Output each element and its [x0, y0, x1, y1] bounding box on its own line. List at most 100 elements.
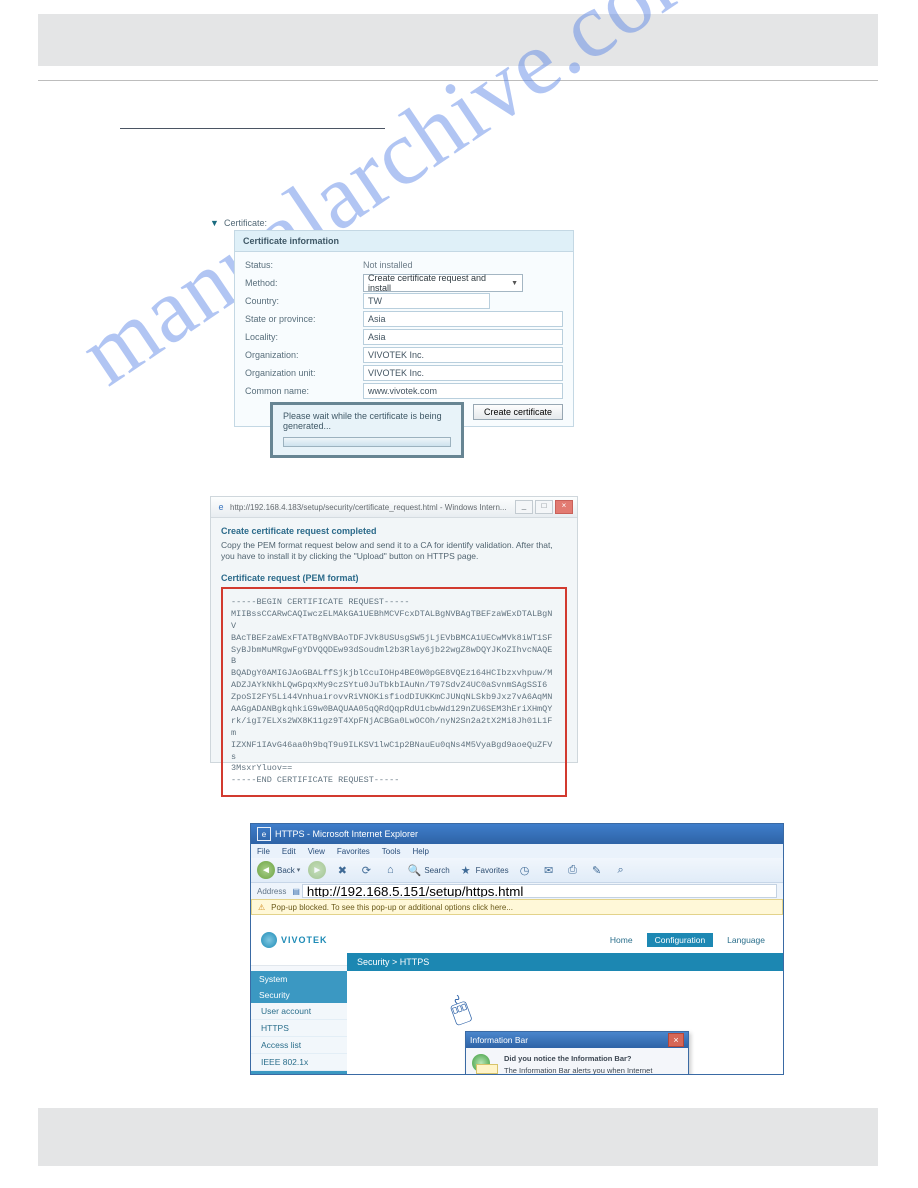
- breadcrumb: Security > HTTPS: [357, 957, 429, 967]
- generating-certificate-dialog: Please wait while the certificate is bei…: [270, 402, 464, 458]
- home-icon[interactable]: ⌂: [382, 862, 398, 878]
- menu-favorites[interactable]: Favorites: [337, 847, 370, 856]
- chevron-down-icon: ▼: [511, 280, 518, 287]
- search-label: Search: [424, 866, 449, 875]
- method-selected-text: Create certificate request and install: [368, 273, 511, 293]
- pem-line: AAGgADANBgkqhkiG9w0BAQUAA05qQRdQqpRdU1cb…: [231, 704, 557, 716]
- back-icon[interactable]: ◄: [257, 861, 275, 879]
- org-field[interactable]: [363, 347, 563, 363]
- state-field[interactable]: [363, 311, 563, 327]
- address-input[interactable]: [302, 884, 777, 898]
- country-field[interactable]: [363, 293, 490, 309]
- nav-home[interactable]: Home: [602, 933, 641, 947]
- certificate-info-panel: Certificate information Status: Not inst…: [234, 230, 574, 427]
- browser-title: HTTPS - Microsoft Internet Explorer: [275, 829, 418, 839]
- brand-text: VIVOTEK: [281, 935, 328, 945]
- pem-line: rk/igI7ELXs2WX8K11gz9T4XpFNjACBGa0LwOCOh…: [231, 716, 557, 740]
- status-label: Status:: [245, 260, 363, 270]
- pem-line: -----BEGIN CERTIFICATE REQUEST-----: [231, 597, 557, 609]
- ie-window-icon: e: [257, 827, 271, 841]
- request-instructions: Copy the PEM format request below and se…: [221, 540, 567, 563]
- sidebar-group-network[interactable]: Network: [251, 1071, 347, 1075]
- page-content: VIVOTEK Home Configuration Language Secu…: [251, 915, 783, 1075]
- pem-text-block[interactable]: -----BEGIN CERTIFICATE REQUEST----- MIIB…: [221, 587, 567, 797]
- panel-title: Certificate information: [235, 231, 573, 252]
- browser-menubar: File Edit View Favorites Tools Help: [251, 844, 783, 858]
- stop-icon[interactable]: ✖: [334, 862, 350, 878]
- sidebar-item-https[interactable]: HTTPS: [251, 1020, 347, 1037]
- menu-edit[interactable]: Edit: [282, 847, 296, 856]
- nav-configuration[interactable]: Configuration: [647, 933, 714, 947]
- menu-tools[interactable]: Tools: [382, 847, 401, 856]
- history-icon[interactable]: ◷: [517, 862, 533, 878]
- popup-blocked-text: Pop-up blocked. To see this pop-up or ad…: [271, 903, 513, 912]
- menu-help[interactable]: Help: [412, 847, 428, 856]
- minimize-button[interactable]: _: [515, 500, 533, 514]
- sidebar-item-ieee8021x[interactable]: IEEE 802.1x: [251, 1054, 347, 1071]
- dialog-close-button[interactable]: ×: [668, 1033, 684, 1047]
- information-bar-dialog: Information Bar × Did you notice the Inf…: [465, 1031, 689, 1075]
- dialog-title: Information Bar: [470, 1035, 528, 1045]
- window-address-text: http://192.168.4.183/setup/security/cert…: [230, 503, 515, 512]
- country-label: Country:: [245, 296, 363, 306]
- browser-toolbar: ◄Back▾ ► ✖ ⟳ ⌂ 🔍Search ★Favorites ◷ ✉ ⎙ …: [251, 858, 783, 883]
- maximize-button[interactable]: □: [535, 500, 553, 514]
- sidebar-item-access-list[interactable]: Access list: [251, 1037, 347, 1054]
- locality-label: Locality:: [245, 332, 363, 342]
- forward-icon[interactable]: ►: [308, 861, 326, 879]
- research-icon[interactable]: ⌕: [613, 862, 629, 878]
- ie-icon: e: [215, 501, 227, 513]
- org-unit-label: Organization unit:: [245, 368, 363, 378]
- popup-blocked-bar[interactable]: ⚠ Pop-up blocked. To see this pop-up or …: [251, 899, 783, 915]
- certificate-form-figure: ▼ Certificate: Certificate information S…: [210, 214, 575, 458]
- section-underline: [120, 118, 385, 129]
- org-unit-field[interactable]: [363, 365, 563, 381]
- pem-line: BAcTBEFzaWExFTATBgNVBAoTDFJVk8USUsgSW5jL…: [231, 633, 557, 645]
- browser-titlebar: e HTTPS - Microsoft Internet Explorer: [251, 824, 783, 844]
- common-name-label: Common name:: [245, 386, 363, 396]
- sidebar-group-security[interactable]: Security: [251, 987, 347, 1003]
- nav-language[interactable]: Language: [719, 933, 773, 947]
- favorites-icon[interactable]: ★: [458, 862, 474, 878]
- org-label: Organization:: [245, 350, 363, 360]
- brand: VIVOTEK: [261, 932, 328, 948]
- progress-bar: [283, 437, 451, 447]
- edit-icon[interactable]: ✎: [589, 862, 605, 878]
- dialog-heading: Did you notice the Information Bar?: [504, 1054, 682, 1063]
- refresh-icon[interactable]: ⟳: [358, 862, 374, 878]
- sidebar: System Security User account HTTPS Acces…: [251, 971, 347, 1075]
- warning-icon: ⚠: [258, 903, 265, 912]
- status-value: Not installed: [363, 260, 413, 270]
- method-dropdown[interactable]: Create certificate request and install ▼: [363, 274, 523, 292]
- pem-line: ADZJAYkNkhLQwGpqxMy9czSYtu0JuTbkbIAuNn/T…: [231, 680, 557, 692]
- sidebar-item-user-account[interactable]: User account: [251, 1003, 347, 1020]
- create-certificate-button[interactable]: Create certificate: [473, 404, 563, 420]
- print-icon[interactable]: ⎙: [565, 862, 581, 878]
- pem-line: -----END CERTIFICATE REQUEST-----: [231, 775, 557, 787]
- certificate-section-label: Certificate:: [224, 218, 267, 228]
- certificate-form: Status: Not installed Method: Create cer…: [235, 252, 573, 426]
- request-completed-heading: Create certificate request completed: [221, 526, 567, 536]
- menu-file[interactable]: File: [257, 847, 270, 856]
- wait-message: Please wait while the certificate is bei…: [283, 411, 451, 431]
- search-icon[interactable]: 🔍: [406, 862, 422, 878]
- close-button[interactable]: ×: [555, 500, 573, 514]
- window-titlebar: e http://192.168.4.183/setup/security/ce…: [211, 497, 577, 518]
- pem-subheading: Certificate request (PEM format): [221, 573, 567, 583]
- common-name-field[interactable]: [363, 383, 563, 399]
- address-label: Address: [257, 887, 286, 896]
- page-icon: ▤: [292, 887, 300, 896]
- menu-view[interactable]: View: [308, 847, 325, 856]
- pem-line: ZpoSI2FY5Li44VnhuairovvRiVNOKisfiodDIUKK…: [231, 692, 557, 704]
- main-panel: Information Bar × Did you notice the Inf…: [347, 971, 783, 1075]
- browser-window: e HTTPS - Microsoft Internet Explorer Fi…: [250, 823, 784, 1075]
- pem-line: BQADgY0AMIGJAoGBALffSjkjblCcuIOHp4BE0W0p…: [231, 668, 557, 680]
- sidebar-group-system[interactable]: System: [251, 971, 347, 987]
- page-header-rule: [38, 80, 878, 81]
- mail-icon[interactable]: ✉: [541, 862, 557, 878]
- pem-line: MIIBssCCARwCAQIwczELMAkGA1UEBhMCVFcxDTAL…: [231, 609, 557, 633]
- pem-line: 3MsxrYluov==: [231, 763, 557, 775]
- page-footer-bar: [38, 1108, 878, 1166]
- collapse-triangle-icon[interactable]: ▼: [210, 218, 219, 228]
- locality-field[interactable]: [363, 329, 563, 345]
